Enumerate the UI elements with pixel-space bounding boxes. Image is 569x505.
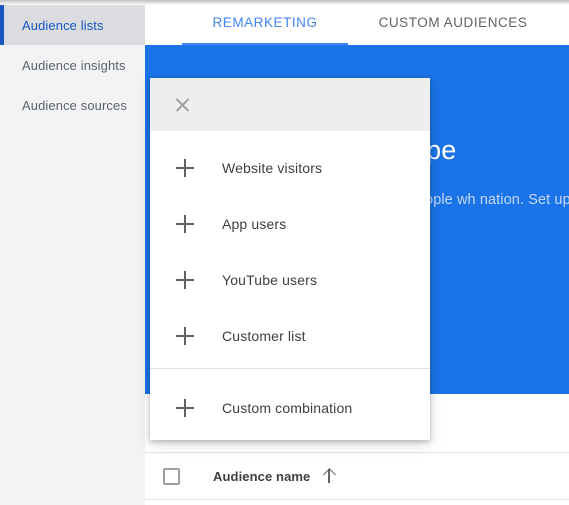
sidebar-selected-indicator xyxy=(0,5,4,45)
table-header-row: Audience name xyxy=(145,452,569,500)
sidebar-item-audience-insights[interactable]: Audience insights xyxy=(0,45,145,85)
sidebar: Audience lists Audience insights Audienc… xyxy=(0,0,145,505)
plus-icon xyxy=(176,215,194,233)
menu-item-label: Custom combination xyxy=(222,400,353,416)
tab-remarketing-label: REMARKETING xyxy=(212,15,318,30)
plus-icon xyxy=(176,271,194,289)
menu-divider xyxy=(150,368,430,369)
sidebar-item-label: Audience sources xyxy=(22,97,127,113)
menu-item-customer-list[interactable]: Customer list xyxy=(150,308,430,364)
tab-custom-audiences[interactable]: CUSTOM AUDIENCES xyxy=(365,0,541,45)
sidebar-item-audience-lists[interactable]: Audience lists xyxy=(0,5,145,45)
close-icon[interactable] xyxy=(174,96,191,113)
tab-remarketing[interactable]: REMARKETING xyxy=(182,0,348,45)
sidebar-item-label: Audience insights xyxy=(22,57,126,73)
menu-item-label: YouTube users xyxy=(222,272,318,288)
menu-header xyxy=(150,78,430,131)
app-root: REMARKETING CUSTOM AUDIENCES Reach pe yo… xyxy=(0,0,569,505)
menu-item-label: Customer list xyxy=(222,328,306,344)
menu-item-app-users[interactable]: App users xyxy=(150,196,430,252)
sidebar-item-label: Audience lists xyxy=(22,17,104,33)
plus-icon xyxy=(176,399,194,417)
sidebar-item-audience-sources[interactable]: Audience sources xyxy=(0,85,145,125)
select-all-checkbox[interactable] xyxy=(163,467,180,485)
menu-item-label: App users xyxy=(222,216,287,232)
tab-custom-audiences-label: CUSTOM AUDIENCES xyxy=(378,15,528,30)
menu-item-custom-combination[interactable]: Custom combination xyxy=(150,380,430,436)
plus-icon xyxy=(176,327,194,345)
sort-ascending-icon[interactable] xyxy=(322,468,336,484)
menu-item-website-visitors[interactable]: Website visitors xyxy=(150,140,430,196)
column-header-audience-name[interactable]: Audience name xyxy=(213,469,310,484)
audience-type-menu: Website visitors App users YouTube users… xyxy=(150,78,430,440)
plus-icon xyxy=(176,159,194,177)
menu-item-youtube-users[interactable]: YouTube users xyxy=(150,252,430,308)
tab-bar: REMARKETING CUSTOM AUDIENCES xyxy=(145,0,569,45)
menu-item-label: Website visitors xyxy=(222,160,323,176)
window-top-shadow xyxy=(0,0,569,5)
